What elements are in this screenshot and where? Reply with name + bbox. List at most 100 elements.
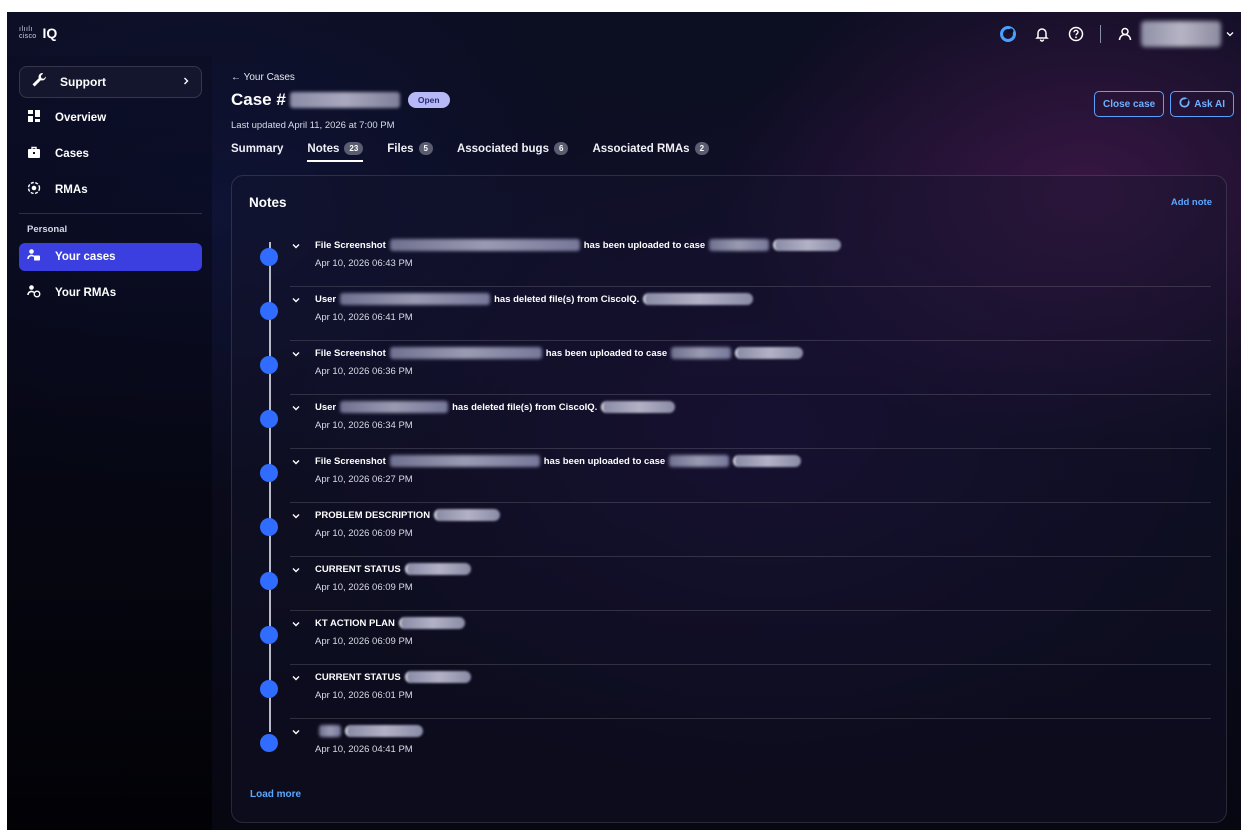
page-title: Case # Open: [231, 90, 450, 110]
redacted-user: [340, 401, 449, 413]
chevron-down-icon[interactable]: [290, 671, 302, 683]
note-text-suffix: has been uploaded to case: [543, 455, 666, 467]
overview-icon: [27, 109, 41, 128]
redacted-tag: [404, 671, 471, 683]
redacted-filename: [389, 455, 540, 467]
sidebar-item-your-cases[interactable]: Your cases: [19, 243, 202, 271]
note-item: Apr 10, 2026 04:41 PM: [260, 719, 1211, 773]
note-item: User has deleted file(s) from CiscoIQ. Ap…: [260, 395, 1211, 449]
redacted-tag: [404, 563, 471, 575]
chevron-down-icon[interactable]: [290, 239, 302, 251]
sidebar-divider: [19, 213, 202, 214]
redacted-case-number: [709, 239, 770, 251]
note-item: PROBLEM DESCRIPTION Apr 10, 2026 06:09 P…: [260, 503, 1211, 557]
redacted-tag: [345, 725, 423, 737]
note-text: User: [315, 401, 337, 413]
wrench-icon: [30, 71, 48, 94]
cisco-iq-logo[interactable]: ılıılı cisco IQ: [19, 25, 57, 41]
timeline-dot: [260, 410, 278, 428]
personal-section-label: Personal: [27, 224, 68, 235]
redacted-tag: [773, 239, 842, 251]
chevron-down-icon[interactable]: [290, 563, 302, 575]
note-text-suffix: has deleted file(s) from CiscoIQ.: [452, 401, 598, 413]
top-bar: ılıılı cisco IQ: [7, 12, 1241, 52]
timeline-dot: [260, 680, 278, 698]
note-item: CURRENT STATUS Apr 10, 2026 06:09 PM: [260, 557, 1211, 611]
sidebar-item-label: RMAs: [55, 184, 88, 196]
note-date: Apr 10, 2026 06:09 PM: [315, 582, 413, 593]
toolbar-divider: [1100, 25, 1101, 43]
redacted-title: [319, 725, 341, 737]
tab-summary[interactable]: Summary: [231, 142, 283, 162]
note-text-suffix: has deleted file(s) from CiscoIQ.: [494, 293, 640, 305]
tab-notes[interactable]: Notes 23: [307, 142, 364, 162]
chevron-down-icon[interactable]: [290, 293, 302, 305]
timeline-dot: [260, 518, 278, 536]
timeline-dot: [260, 626, 278, 644]
sidebar-item-overview[interactable]: Overview: [19, 104, 202, 132]
note-item: CURRENT STATUS Apr 10, 2026 06:01 PM: [260, 665, 1211, 719]
note-text: CURRENT STATUS: [315, 563, 401, 575]
chevron-right-icon: [181, 73, 191, 91]
last-updated-text: Last updated April 11, 2026 at 7:00 PM: [231, 120, 395, 131]
note-date: Apr 10, 2026 06:43 PM: [315, 258, 413, 269]
add-note-link[interactable]: Add note: [1171, 197, 1212, 208]
tab-label: Notes: [307, 142, 340, 155]
tab-files[interactable]: Files 5: [387, 142, 433, 162]
notes-panel-title: Notes: [249, 195, 287, 210]
note-text-suffix: has been uploaded to case: [545, 347, 668, 359]
tab-associated-rmas[interactable]: Associated RMAs 2: [592, 142, 710, 162]
sidebar-item-rmas[interactable]: RMAs: [19, 176, 202, 204]
note-date: Apr 10, 2026 06:41 PM: [315, 312, 413, 323]
user-rma-icon: [27, 284, 41, 303]
note-date: Apr 10, 2026 06:27 PM: [315, 474, 413, 485]
chevron-down-icon[interactable]: [290, 617, 302, 629]
app-window: ılıılı cisco IQ Support Overview Cases R…: [7, 12, 1241, 830]
note-text: File Screenshot: [315, 239, 386, 251]
chevron-down-icon[interactable]: [290, 455, 302, 467]
support-menu-button[interactable]: Support: [19, 66, 202, 98]
redacted-filename: [389, 239, 580, 251]
rma-icon: [27, 181, 41, 200]
ai-assistant-icon[interactable]: [998, 24, 1018, 44]
chevron-down-icon[interactable]: [290, 401, 302, 413]
user-name-redacted[interactable]: [1141, 21, 1221, 47]
redacted-tag: [601, 401, 676, 413]
sidebar-item-label: Cases: [55, 148, 89, 160]
ai-sparkle-icon: [1179, 97, 1190, 111]
ask-ai-button[interactable]: Ask AI: [1170, 91, 1234, 117]
close-case-button[interactable]: Close case: [1093, 91, 1165, 117]
chevron-down-icon[interactable]: [290, 725, 302, 737]
sidebar-item-your-rmas[interactable]: Your RMAs: [19, 279, 202, 307]
note-text: User: [315, 293, 337, 305]
close-case-label: Close case: [1102, 98, 1156, 110]
bell-icon[interactable]: [1032, 24, 1052, 44]
redacted-case-number: [669, 455, 730, 467]
sidebar-background: [7, 56, 212, 830]
chevron-down-icon[interactable]: [290, 509, 302, 521]
tab-associated-bugs[interactable]: Associated bugs 6: [457, 142, 569, 162]
note-item: File Screenshot has been uploaded to case…: [260, 341, 1211, 395]
chevron-down-icon[interactable]: [290, 347, 302, 359]
timeline-dot: [260, 356, 278, 374]
redacted-case-number: [671, 347, 732, 359]
redacted-tag: [643, 293, 754, 305]
back-to-your-cases-link[interactable]: ← Your Cases: [231, 72, 295, 83]
tab-count-badge: 6: [553, 142, 569, 155]
user-icon[interactable]: [1115, 24, 1135, 44]
tab-label: Associated RMAs: [592, 142, 690, 155]
load-more-button[interactable]: Load more: [250, 789, 301, 800]
redacted-tag: [733, 455, 802, 467]
note-date: Apr 10, 2026 06:09 PM: [315, 636, 413, 647]
help-icon[interactable]: [1066, 24, 1086, 44]
chevron-down-icon[interactable]: [1225, 24, 1235, 44]
sidebar-item-label: Your cases: [55, 251, 116, 263]
tab-count-badge: 23: [344, 142, 364, 155]
timeline-dot: [260, 302, 278, 320]
status-badge: Open: [407, 92, 450, 108]
sidebar-item-label: Your RMAs: [55, 287, 117, 299]
sidebar-item-cases[interactable]: Cases: [19, 140, 202, 168]
user-case-icon: [27, 248, 41, 267]
case-title-prefix: Case #: [231, 90, 286, 109]
cisco-logo-mark: ılıılı cisco: [19, 26, 37, 40]
